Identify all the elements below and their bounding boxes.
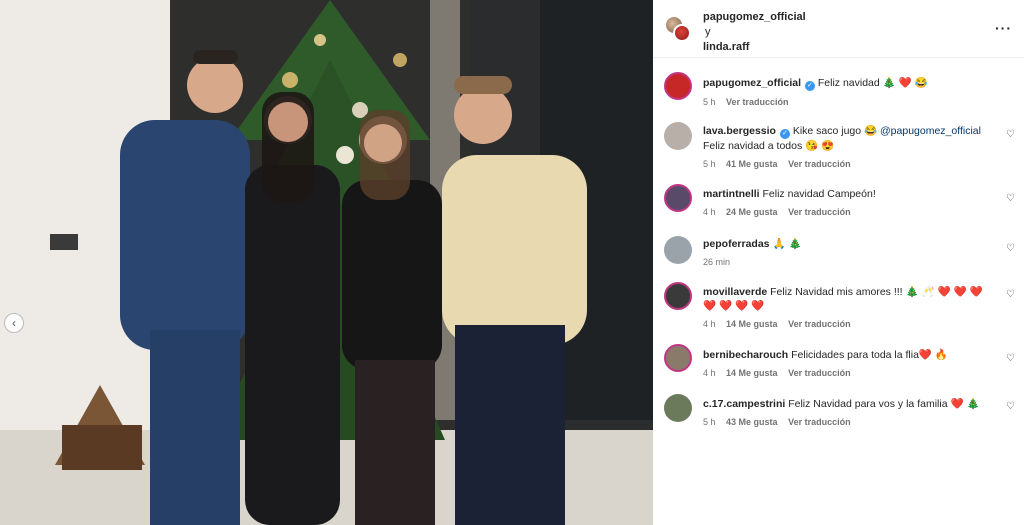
comment-text: Feliz navidad a todos 😘 😍 (703, 140, 835, 152)
comment-username[interactable]: lava.bergessio (703, 125, 776, 137)
joiner-text: y (705, 26, 711, 38)
heart-icon[interactable]: ♡ (1006, 290, 1016, 300)
comment-username[interactable]: martintnelli (703, 188, 760, 200)
post-header: papugomez_official y linda.raff ··· (653, 0, 1024, 58)
comment-text: Feliz navidad Campeón! (762, 188, 876, 200)
more-options-icon[interactable]: ··· (995, 20, 1012, 36)
comment-username[interactable]: bernibecharouch (703, 349, 788, 361)
comment-username[interactable]: pepoferradas (703, 238, 770, 250)
avatar[interactable] (664, 394, 692, 422)
comment-time[interactable]: 5 h (703, 97, 716, 107)
post-photo[interactable]: ‹ (0, 0, 653, 525)
translate-link[interactable]: Ver traducción (788, 319, 851, 329)
avatar[interactable] (664, 282, 692, 310)
comment-text: Feliz Navidad para vos y la familia ❤️ 🎄 (788, 398, 980, 410)
comment-text: Felicidades para toda la flia❤️ 🔥 (791, 349, 948, 361)
translate-link[interactable]: Ver traducción (726, 97, 789, 107)
verified-badge-icon: ✓ (779, 129, 790, 139)
post-side-panel: papugomez_official y linda.raff ··· papu… (653, 0, 1024, 525)
chevron-left-icon[interactable]: ‹ (4, 313, 24, 333)
comment-username[interactable]: papugomez_official (703, 77, 801, 89)
likes-count[interactable]: 24 Me gusta (726, 207, 778, 217)
heart-icon[interactable]: ♡ (1006, 244, 1016, 254)
comment-username[interactable]: movillaverde (703, 286, 767, 298)
comment-text: Feliz navidad 🎄 ❤️ 😂 (817, 77, 928, 89)
translate-link[interactable]: Ver traducción (788, 159, 851, 169)
comment-text: Kike saco jugo 😂 (792, 125, 881, 137)
translate-link[interactable]: Ver traducción (788, 207, 851, 217)
likes-count[interactable]: 41 Me gusta (726, 159, 778, 169)
likes-count[interactable]: 14 Me gusta (726, 319, 778, 329)
avatar[interactable] (664, 122, 692, 150)
avatar[interactable] (664, 236, 692, 264)
likes-count[interactable]: 14 Me gusta (726, 368, 778, 378)
comment-time[interactable]: 4 h (703, 319, 716, 329)
comment-time[interactable]: 5 h (703, 159, 716, 169)
avatar[interactable] (664, 184, 692, 212)
avatar (673, 24, 691, 42)
comment-time[interactable]: 4 h (703, 207, 716, 217)
collab-usernames: papugomez_official y linda.raff (703, 10, 806, 55)
photo-illustration (0, 0, 653, 525)
comment-text: 🙏 🎄 (772, 238, 802, 250)
heart-icon[interactable]: ♡ (1006, 130, 1016, 140)
comment-time[interactable]: 5 h (703, 417, 716, 427)
heart-icon[interactable]: ♡ (1006, 354, 1016, 364)
username-link[interactable]: linda.raff (703, 40, 806, 55)
comment-time[interactable]: 4 h (703, 368, 716, 378)
comment-time[interactable]: 26 min (703, 257, 730, 267)
heart-icon[interactable]: ♡ (1006, 402, 1016, 412)
mention-link[interactable]: @papugomez_official (880, 125, 981, 137)
username-link[interactable]: papugomez_official (703, 10, 806, 25)
verified-badge-icon: ✓ (804, 81, 815, 91)
translate-link[interactable]: Ver traducción (788, 417, 851, 427)
heart-icon[interactable]: ♡ (1006, 194, 1016, 204)
avatar[interactable] (664, 344, 692, 372)
translate-link[interactable]: Ver traducción (788, 368, 851, 378)
avatar[interactable] (664, 72, 692, 100)
collab-avatars[interactable] (665, 16, 693, 44)
comment-username[interactable]: c.17.campestrini (703, 398, 785, 410)
likes-count[interactable]: 43 Me gusta (726, 417, 778, 427)
